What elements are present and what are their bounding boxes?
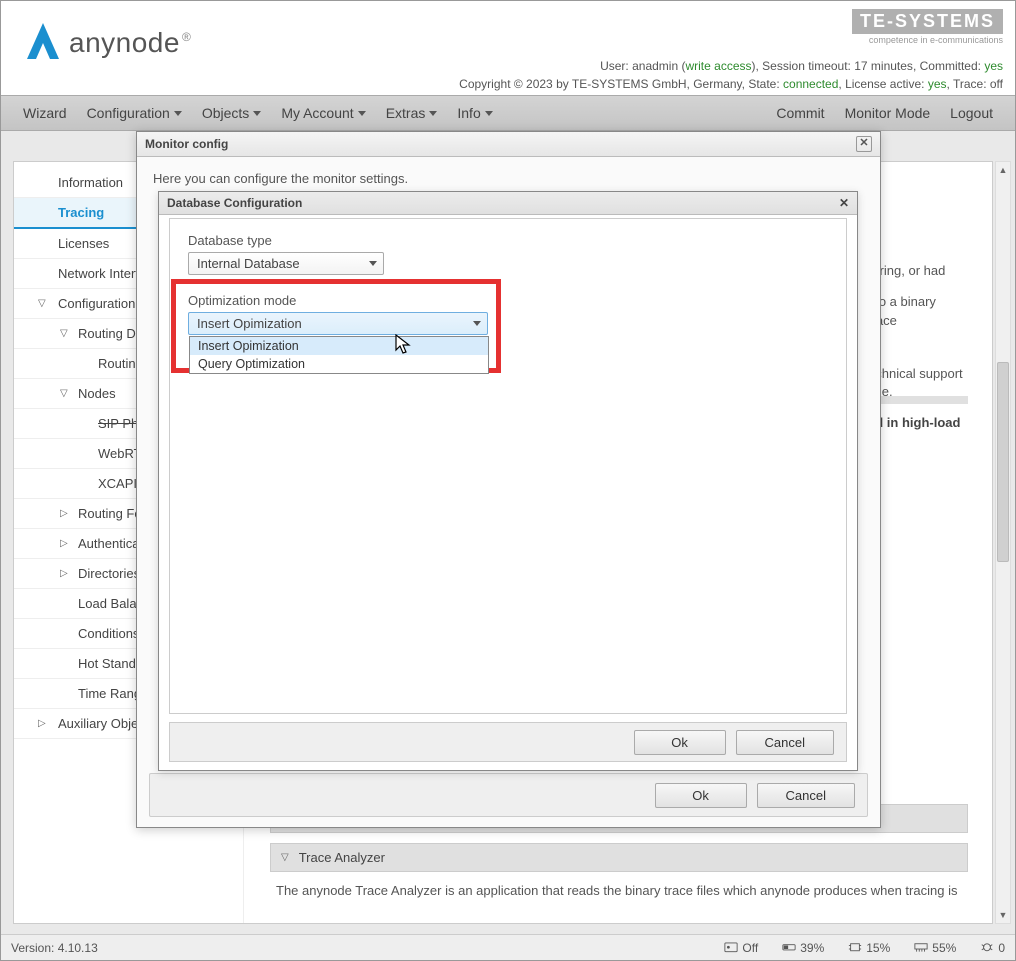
trace-label: Trace: <box>953 77 987 91</box>
menu-account[interactable]: My Account <box>271 96 375 130</box>
caret-down-icon <box>358 111 366 116</box>
text-fragment: nto a binary trace <box>868 293 968 331</box>
meter-ram: 55% <box>914 941 956 955</box>
caret-down-icon <box>253 111 261 116</box>
meter-trace: Off <box>724 941 758 955</box>
trace-value: off <box>990 77 1003 91</box>
scroll-up-button[interactable]: ▲ <box>996 162 1010 178</box>
caret-down-icon <box>429 111 437 116</box>
db-type-value: Internal Database <box>197 256 300 271</box>
statusbar: Version: 4.10.13 Off 39% 15% 55% 0 <box>1 934 1015 960</box>
copyright-text: Copyright © 2023 by TE-SYSTEMS GmbH, Ger… <box>459 77 780 91</box>
trace-icon <box>724 942 738 954</box>
app-header: anynode® TE-SYSTEMS competence in e-comm… <box>1 1 1015 95</box>
menu-commit[interactable]: Commit <box>766 96 834 130</box>
anynode-logo-icon <box>19 17 67 68</box>
version-value: 4.10.13 <box>58 941 98 955</box>
expand-icon: ▽ <box>38 298 46 309</box>
trace-analyzer-text: The anynode Trace Analyzer is an applica… <box>270 882 968 901</box>
vendor-tagline: competence in e-communications <box>852 35 1003 45</box>
scrollbar-vertical[interactable]: ▲ ▼ <box>995 161 1011 924</box>
dialog-title: Monitor config <box>145 137 228 151</box>
cpu-icon <box>848 942 862 954</box>
menu-extras[interactable]: Extras <box>376 96 448 130</box>
dropdown-option-insert[interactable]: Insert Opimization <box>190 337 488 355</box>
user-label: User: <box>600 59 632 73</box>
menu-objects[interactable]: Objects <box>192 96 271 130</box>
accordion-row-analyzer[interactable]: ▽Trace Analyzer <box>270 843 968 872</box>
committed-label: Committed: <box>920 59 981 73</box>
optimization-mode-label: Optimization mode <box>188 293 828 308</box>
committed-value: yes <box>984 59 1003 73</box>
db-type-select[interactable]: Internal Database <box>188 252 384 275</box>
collapse-icon: ▷ <box>60 538 68 549</box>
inner-dialog-body: Database type Internal Database Optimiza… <box>169 218 847 714</box>
dialog-footer: Ok Cancel <box>149 773 868 817</box>
expand-icon: ▽ <box>281 852 289 863</box>
menubar: Wizard Configuration Objects My Account … <box>1 95 1015 131</box>
cancel-button[interactable]: Cancel <box>757 783 855 808</box>
session-label: Session timeout: <box>762 59 851 73</box>
ok-button[interactable]: Ok <box>655 783 747 808</box>
dialog-titlebar: Monitor config ✕ <box>137 132 880 157</box>
state-value: connected <box>783 77 838 91</box>
ram-icon <box>914 942 928 954</box>
close-icon[interactable]: ✕ <box>856 136 872 152</box>
inner-dialog-titlebar: Database Configuration ✕ <box>159 192 857 215</box>
optimization-mode-dropdown: Insert Opimization Query Optimization <box>189 336 489 374</box>
scroll-thumb[interactable] <box>997 362 1009 562</box>
license-value: yes <box>928 77 947 91</box>
bug-icon <box>980 942 994 954</box>
menu-wizard[interactable]: Wizard <box>13 96 77 130</box>
menu-monitor-mode[interactable]: Monitor Mode <box>835 96 941 130</box>
ok-button[interactable]: Ok <box>634 730 726 755</box>
caret-down-icon <box>485 111 493 116</box>
meter-bugs: 0 <box>980 941 1005 955</box>
inner-dialog-title: Database Configuration <box>167 196 302 210</box>
menu-logout[interactable]: Logout <box>940 96 1003 130</box>
collapse-icon: ▷ <box>60 508 68 519</box>
chevron-down-icon <box>369 261 377 266</box>
brand-name: anynode® <box>69 27 191 59</box>
brand-logo: anynode® <box>19 17 191 68</box>
chevron-down-icon <box>473 321 481 326</box>
collapse-icon: ▷ <box>60 568 68 579</box>
dialog-database-configuration: Database Configuration ✕ Database type I… <box>158 191 858 771</box>
text-fragment: urring, or had <box>868 262 968 281</box>
expand-icon: ▽ <box>60 388 68 399</box>
vendor-logo-text: TE-SYSTEMS <box>852 9 1003 34</box>
menu-info[interactable]: Info <box>447 96 502 130</box>
version-label: Version: <box>11 941 54 955</box>
db-type-label: Database type <box>188 233 828 248</box>
optimization-mode-select[interactable]: Insert Opimization Insert Opimization Qu… <box>188 312 488 335</box>
access-value: write access <box>685 59 751 73</box>
dropdown-option-query[interactable]: Query Optimization <box>190 355 488 373</box>
status-meters: Off 39% 15% 55% 0 <box>724 941 1005 955</box>
license-label: License active: <box>845 77 924 91</box>
user-value: anadmin <box>632 59 678 73</box>
meter-cpu: 15% <box>848 941 890 955</box>
session-value: 17 minutes <box>854 59 913 73</box>
vendor-logo: TE-SYSTEMS competence in e-communication… <box>852 9 1003 45</box>
cancel-button[interactable]: Cancel <box>736 730 834 755</box>
status-lines: User: anadmin (write access), Session ti… <box>459 57 1003 93</box>
menu-configuration[interactable]: Configuration <box>77 96 192 130</box>
collapse-icon: ▷ <box>38 718 46 729</box>
dialog-intro: Here you can configure the monitor setti… <box>153 171 864 186</box>
expand-icon: ▽ <box>60 328 68 339</box>
scroll-down-button[interactable]: ▼ <box>996 907 1010 923</box>
close-icon[interactable]: ✕ <box>839 196 849 210</box>
meter-disk: 39% <box>782 941 824 955</box>
optimization-mode-value: Insert Opimization <box>197 316 302 331</box>
disk-icon <box>782 942 796 954</box>
caret-down-icon <box>174 111 182 116</box>
inner-dialog-footer: Ok Cancel <box>169 722 847 762</box>
